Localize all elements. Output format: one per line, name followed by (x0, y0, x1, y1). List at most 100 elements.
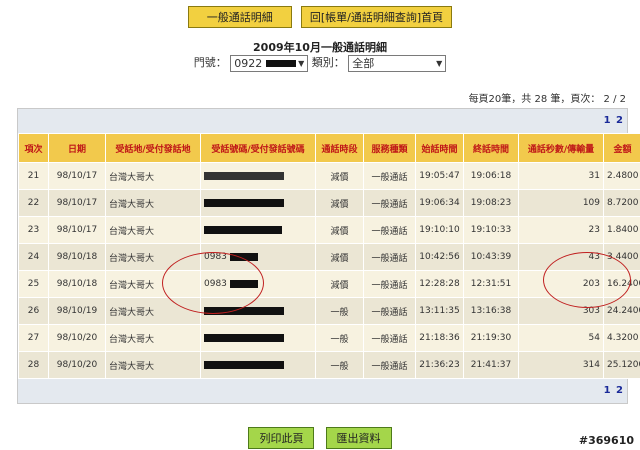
cell-date: 98/10/19 (48, 297, 106, 325)
cell-no: 25 (18, 270, 49, 298)
cell-end: 19:08:23 (463, 189, 519, 217)
cell-period: 減價 (315, 189, 364, 217)
number-label: 門號： (193, 56, 227, 69)
cell-date: 98/10/17 (48, 189, 106, 217)
col-header: 始話時間 (415, 133, 464, 163)
cell-no: 23 (18, 216, 49, 244)
cell-seconds: 54 (518, 324, 604, 352)
cell-date: 98/10/17 (48, 162, 106, 190)
filter-bar: 門號： 0922 ▼ 類別： 全部 ▼ (0, 54, 640, 72)
table-row: 26 98/10/19 台灣大哥大 一般 一般通話 13:11:35 13:16… (18, 297, 640, 325)
table-row: 27 98/10/20 台灣大哥大 一般 一般通話 21:18:36 21:19… (18, 324, 640, 352)
cell-no: 22 (18, 189, 49, 217)
redaction-mark (204, 171, 284, 180)
cell-service: 一般通話 (363, 243, 416, 271)
chevron-down-icon: ▼ (298, 58, 305, 68)
cell-seconds: 23 (518, 216, 604, 244)
print-button[interactable]: 列印此頁 (248, 427, 315, 449)
export-button[interactable]: 匯出資料 (325, 427, 392, 449)
cell-end: 21:41:37 (463, 351, 519, 379)
cell-seconds: 31 (518, 162, 604, 190)
cell-end: 21:19:30 (463, 324, 519, 352)
cell-service: 一般通話 (363, 162, 416, 190)
general-details-button[interactable]: 一般通話明細 (187, 6, 292, 28)
col-header: 通話秒數/傳輸量 (518, 133, 604, 163)
cell-start: 21:18:36 (415, 324, 464, 352)
redaction-mark (204, 333, 284, 342)
cell-number (200, 189, 316, 217)
cell-place: 台灣大哥大 (105, 324, 201, 352)
cell-period: 減價 (315, 216, 364, 244)
cell-seconds: 109 (518, 189, 604, 217)
table-row: 21 98/10/17 台灣大哥大 減價 一般通話 19:05:47 19:06… (18, 162, 640, 190)
cell-end: 19:06:18 (463, 162, 519, 190)
col-header: 終話時間 (463, 133, 519, 163)
cell-end: 19:10:33 (463, 216, 519, 244)
pagination-top: 1 2 (18, 109, 627, 133)
cell-end: 10:43:39 (463, 243, 519, 271)
cell-no: 24 (18, 243, 49, 271)
cell-service: 一般通話 (363, 216, 416, 244)
cell-no: 27 (18, 324, 49, 352)
page-title: 2009年10月一般通話明細 (253, 41, 387, 54)
red-annotation-ellipse (543, 252, 631, 308)
cell-amount: 25.1200 (603, 351, 640, 379)
cell-date: 98/10/20 (48, 351, 106, 379)
cell-start: 10:42:56 (415, 243, 464, 271)
cell-amount: 4.3200 (603, 324, 640, 352)
watermark: #369610 (578, 434, 634, 447)
table-header-row: 項次 日期 受話地/受付發話地 受話號碼/受付發話號碼 通話時段 服務種類 始話… (18, 133, 640, 163)
pagination-bottom: 1 2 (18, 379, 627, 403)
page-link-1[interactable]: 1 (604, 385, 611, 396)
cell-start: 21:36:23 (415, 351, 464, 379)
cell-date: 98/10/18 (48, 270, 106, 298)
red-annotation-ellipse (162, 252, 264, 314)
table-row: 23 98/10/17 台灣大哥大 減價 一般通話 19:10:10 19:10… (18, 216, 640, 244)
cell-period: 一般 (315, 351, 364, 379)
col-header: 金額 (603, 133, 640, 163)
page-link-2[interactable]: 2 (616, 385, 623, 396)
cell-start: 19:10:10 (415, 216, 464, 244)
cell-place: 台灣大哥大 (105, 189, 201, 217)
cell-start: 19:06:34 (415, 189, 464, 217)
cell-period: 減價 (315, 243, 364, 271)
redaction-mark (204, 225, 282, 234)
table-row: 28 98/10/20 台灣大哥大 一般 一般通話 21:36:23 21:41… (18, 351, 640, 379)
top-button-bar: 一般通話明細 回[帳單/通話明細查詢]首頁 (0, 6, 640, 28)
col-header: 日期 (48, 133, 106, 163)
cell-date: 98/10/20 (48, 324, 106, 352)
chevron-down-icon: ▼ (436, 58, 443, 68)
cell-number (200, 351, 316, 379)
number-value: 0922 (234, 56, 263, 70)
cell-date: 98/10/17 (48, 216, 106, 244)
cell-number (200, 324, 316, 352)
redaction-mark (265, 60, 296, 67)
cell-service: 一般通話 (363, 297, 416, 325)
cell-service: 一般通話 (363, 270, 416, 298)
page-link-2[interactable]: 2 (616, 115, 623, 126)
cell-start: 12:28:28 (415, 270, 464, 298)
back-home-button[interactable]: 回[帳單/通話明細查詢]首頁 (300, 6, 453, 28)
cell-end: 13:16:38 (463, 297, 519, 325)
cell-service: 一般通話 (363, 324, 416, 352)
page-link-1[interactable]: 1 (604, 115, 611, 126)
cell-amount: 8.7200 (603, 189, 640, 217)
cell-service: 一般通話 (363, 189, 416, 217)
cell-place: 台灣大哥大 (105, 351, 201, 379)
cell-place: 台灣大哥大 (105, 216, 201, 244)
cell-period: 減價 (315, 270, 364, 298)
cell-no: 21 (18, 162, 49, 190)
page-info: 每頁20筆，共 28 筆，頁次： 2 / 2 (468, 94, 626, 105)
col-header: 受話地/受付發話地 (105, 133, 201, 163)
cell-period: 減價 (315, 162, 364, 190)
cell-service: 一般通話 (363, 351, 416, 379)
cell-start: 19:05:47 (415, 162, 464, 190)
category-label: 類別： (311, 56, 345, 69)
category-select[interactable]: 全部 ▼ (348, 54, 447, 72)
col-header: 項次 (18, 133, 49, 163)
number-select[interactable]: 0922 ▼ (230, 54, 309, 72)
cell-period: 一般 (315, 324, 364, 352)
cell-no: 26 (18, 297, 49, 325)
cell-no: 28 (18, 351, 49, 379)
cell-start: 13:11:35 (415, 297, 464, 325)
